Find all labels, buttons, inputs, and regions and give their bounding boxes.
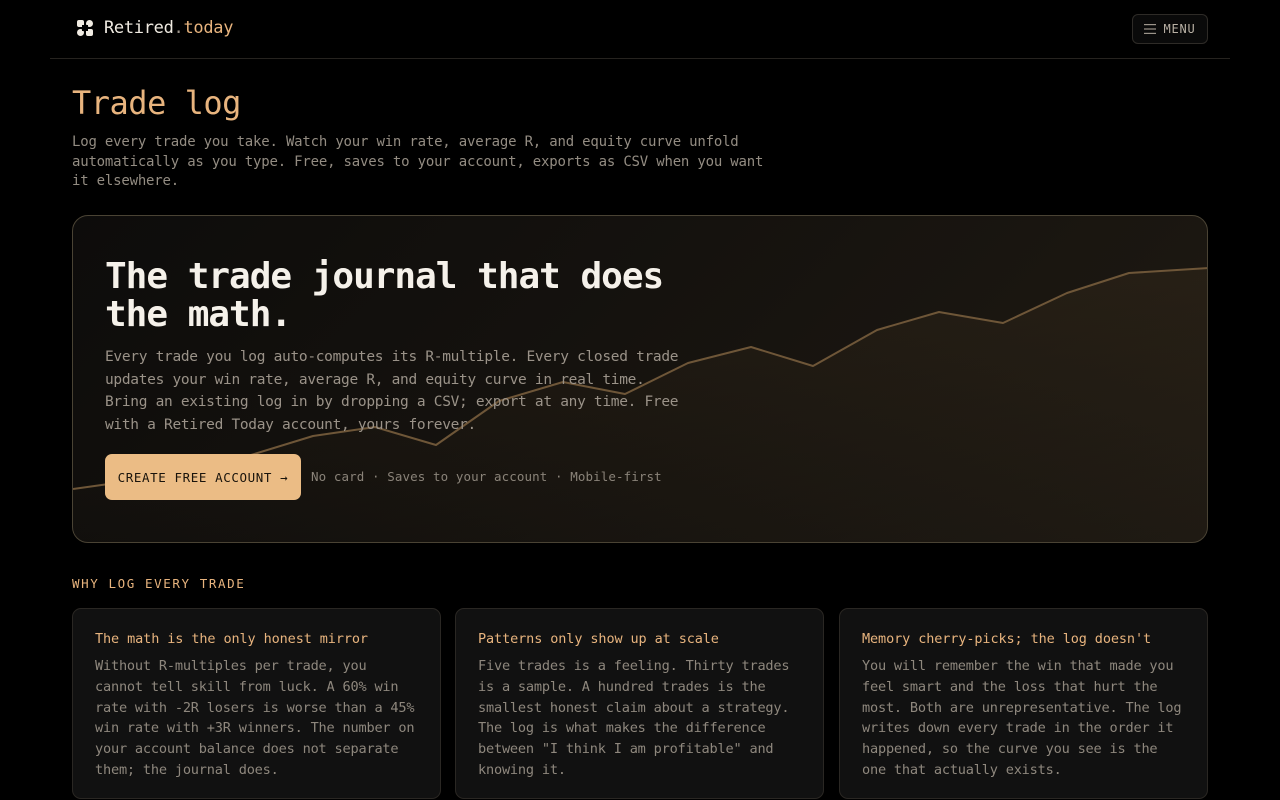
hero-description: Every trade you log auto-computes its R-… <box>105 349 679 433</box>
reason-card: The math is the only honest mirror Witho… <box>72 608 441 799</box>
menu-button[interactable]: MENU <box>1132 14 1208 44</box>
card-body: You will remember the win that made you … <box>862 658 1182 778</box>
card-body: Five trades is a feeling. Thirty trades … <box>478 658 790 778</box>
hamburger-icon <box>1144 24 1157 34</box>
site-logo[interactable]: Retired.today <box>76 18 233 38</box>
page-subtitle: Log every trade you take. Watch your win… <box>72 134 764 189</box>
site-header: Retired.today MENU <box>50 0 1230 59</box>
logo-text: Retired.today <box>104 18 233 38</box>
hero-title: The trade journal that does the math. <box>105 256 664 335</box>
card-body: Without R-multiples per trade, you canno… <box>95 658 415 778</box>
card-title: Memory cherry-picks; the log doesn't <box>862 631 1151 647</box>
card-title: Patterns only show up at scale <box>478 631 719 647</box>
reason-card: Patterns only show up at scale Five trad… <box>455 608 824 799</box>
create-free-account-button[interactable]: CREATE FREE ACCOUNT → <box>105 454 301 500</box>
page-title: Trade log <box>72 84 241 122</box>
logo-dot: . <box>173 18 184 38</box>
reason-card: Memory cherry-picks; the log doesn't You… <box>839 608 1208 799</box>
logo-tld: today <box>183 18 234 38</box>
hero-card: The trade journal that does the math. Ev… <box>72 215 1208 543</box>
logo-mark-icon <box>77 20 93 36</box>
section-label: WHY LOG EVERY TRADE <box>72 576 246 591</box>
menu-label: MENU <box>1163 22 1196 36</box>
logo-name: Retired <box>104 18 174 38</box>
card-title: The math is the only honest mirror <box>95 631 368 647</box>
cta-note: No card · Saves to your account · Mobile… <box>311 469 662 484</box>
